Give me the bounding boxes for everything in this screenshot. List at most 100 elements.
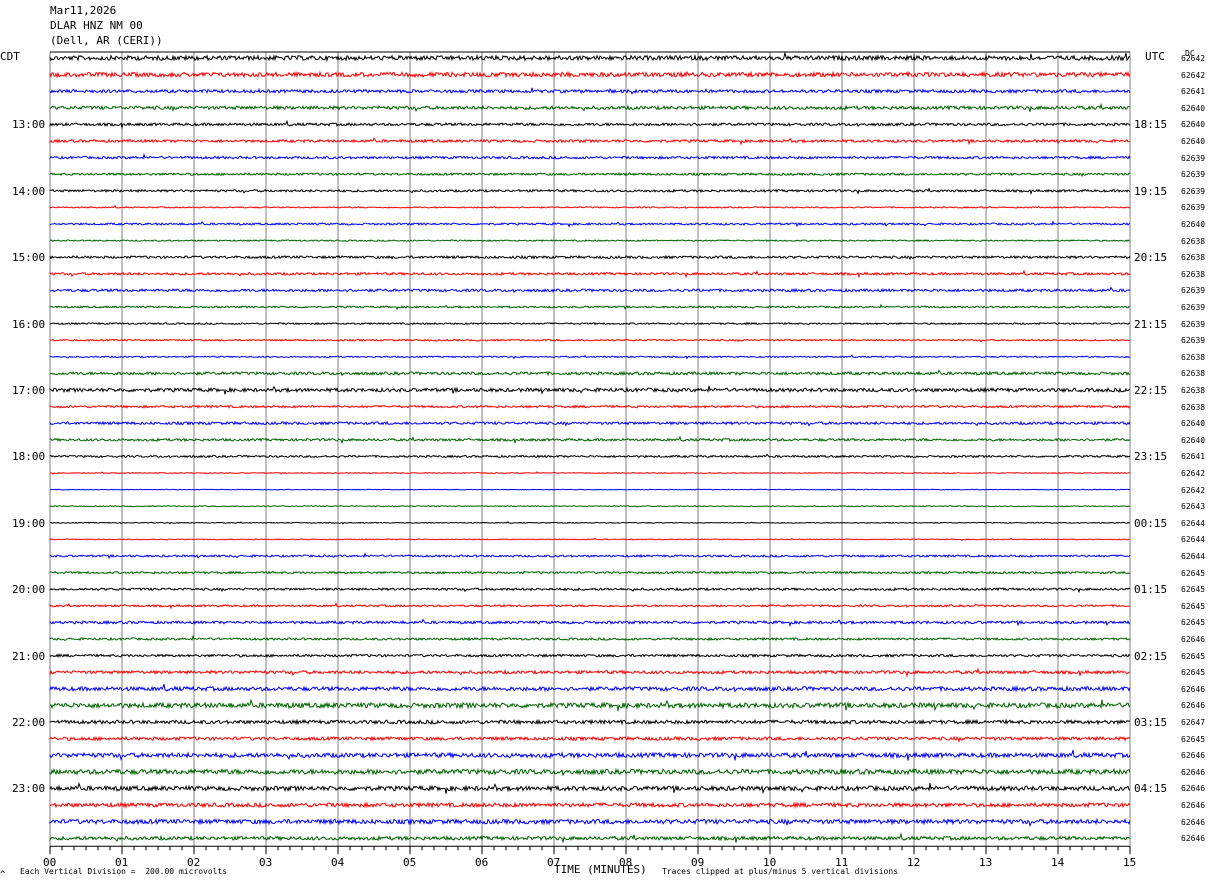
trace-line: [49, 735, 1131, 743]
dc-offset-value: 62645: [1181, 585, 1206, 595]
trace-rows: [49, 52, 1131, 843]
dc-offset-value: 62640: [1181, 120, 1206, 130]
trace-line: [49, 521, 1131, 525]
trace-line: [49, 119, 1131, 130]
dc-offset-value: 62638: [1181, 352, 1206, 362]
dc-offset-value: 62642: [1181, 70, 1206, 80]
dc-offset-value: 62646: [1181, 801, 1206, 810]
dc-offset-value: 62644: [1181, 552, 1206, 561]
x-tick-label: 15: [1123, 856, 1137, 870]
right-hour-label: 00:15: [1134, 516, 1168, 530]
dc-offset-value: 62645: [1181, 668, 1206, 678]
right-hour-label: 22:15: [1134, 384, 1168, 397]
trace-line: [49, 634, 1131, 642]
trace-line: [49, 102, 1131, 113]
dc-offset-value: 62640: [1181, 220, 1206, 229]
trace-line: [49, 817, 1131, 828]
dc-offset-value: 62646: [1181, 684, 1206, 694]
left-hour-label: 13:00: [12, 118, 46, 132]
trace-line: [49, 683, 1131, 693]
clip-note: Traces clipped at plus/minus 5 vertical …: [662, 867, 899, 876]
trace-line: [49, 505, 1131, 508]
dc-offset-value: 62647: [1181, 718, 1206, 727]
trace-line: [49, 187, 1131, 196]
trace-line: [49, 801, 1131, 809]
dc-offset-value: 62639: [1181, 203, 1206, 213]
trace-line: [49, 87, 1131, 95]
right-hour-label: 02:15: [1134, 649, 1168, 663]
x-tick-label: 05: [403, 856, 417, 870]
trace-line: [49, 70, 1131, 79]
dc-offset-value: 62646: [1181, 635, 1206, 644]
dc-offset-value: 62642: [1181, 469, 1206, 478]
trace-line: [49, 832, 1131, 843]
dc-offset-value: 62640: [1181, 137, 1206, 146]
trace-line: [49, 269, 1131, 279]
dc-offset-value: 62640: [1181, 419, 1206, 429]
x-tick-label: 13: [979, 856, 993, 870]
trace-line: [49, 137, 1131, 146]
seismogram-plot: [49, 51, 1131, 855]
dc-offset-value: 62646: [1181, 784, 1206, 794]
trace-line: [49, 220, 1131, 228]
dc-offset-value: 62639: [1181, 186, 1206, 196]
dc-offset-value: 62640: [1181, 435, 1206, 445]
dc-offset-value: 62638: [1181, 402, 1206, 412]
dc-offset-value: 62645: [1181, 651, 1206, 661]
left-hour-label: 20:00: [12, 583, 46, 597]
trace-line: [49, 420, 1131, 427]
left-hour-label: 21:00: [12, 649, 46, 663]
dc-offset-value: 62638: [1181, 269, 1206, 279]
right-hour-label: 21:15: [1134, 317, 1168, 331]
scale-note: Each Vertical Division = 200.00 microvol…: [20, 867, 228, 876]
minute-gridlines: [49, 51, 1131, 847]
time-axis: [49, 845, 1131, 855]
trace-line: [49, 369, 1130, 377]
dc-offset-value: 62638: [1181, 253, 1206, 263]
trace-line: [49, 254, 1131, 261]
dc-offset-value: 62643: [1181, 502, 1206, 512]
right-hour-label: 19:15: [1134, 184, 1168, 198]
trace-line: [49, 749, 1131, 761]
dc-offset-value: 62639: [1181, 170, 1206, 180]
trace-line: [50, 488, 1130, 491]
x-tick-label: 04: [331, 856, 345, 870]
dc-offset-value: 62645: [1181, 618, 1206, 628]
left-hour-label: 17:00: [12, 384, 46, 397]
dc-offset-value: 62639: [1181, 286, 1206, 296]
trace-line: [49, 52, 1131, 63]
dc-offset-value: 62646: [1181, 701, 1206, 711]
right-hour-label: 23:15: [1134, 450, 1168, 464]
dc-offset-value: 62639: [1181, 303, 1206, 312]
dc-offset-value: 62641: [1181, 452, 1206, 462]
left-hour-label: 14:00: [12, 184, 46, 198]
dc-offset-value: 62639: [1181, 153, 1206, 163]
trace-line: [49, 338, 1131, 343]
dc-offset-value: 62638: [1181, 236, 1206, 246]
header-location: (Dell, AR (CERI)): [50, 34, 163, 47]
right-timezone-label: UTC: [1145, 50, 1165, 63]
left-hour-label: 16:00: [12, 317, 46, 331]
trace-line: [49, 698, 1131, 712]
trace-line: [49, 321, 1131, 326]
right-hour-label: 20:15: [1134, 251, 1168, 265]
dc-offset-value: 62642: [1181, 54, 1206, 63]
right-hour-label: 04:15: [1134, 782, 1168, 796]
trace-line: [49, 385, 1131, 395]
trace-line: [49, 286, 1131, 294]
x-tick-label: 14: [1051, 856, 1065, 870]
trace-line: [49, 152, 1131, 161]
dc-offset-value: 62645: [1181, 734, 1206, 744]
x-tick-label: 06: [475, 856, 489, 870]
trace-line: [49, 239, 1131, 243]
trace-line: [49, 204, 1131, 209]
trace-line: [49, 718, 1131, 726]
dc-offset-value: 62644: [1181, 518, 1206, 528]
trace-line: [49, 653, 1131, 659]
trace-line: [49, 586, 1131, 594]
trace-line: [49, 303, 1131, 311]
dc-offset-value: 62646: [1181, 767, 1206, 777]
left-hour-label: 22:00: [12, 716, 46, 729]
dc-offset-value: 62645: [1181, 568, 1206, 578]
dc-offset-value: 62638: [1181, 369, 1206, 379]
